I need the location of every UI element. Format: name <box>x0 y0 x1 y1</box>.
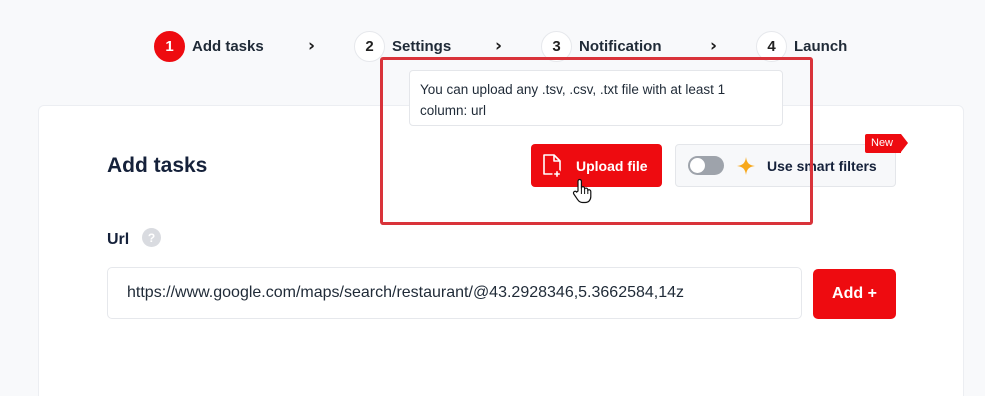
step-label: Add tasks <box>192 37 264 55</box>
url-input[interactable] <box>107 267 802 319</box>
step-settings[interactable]: 2 Settings <box>354 30 451 62</box>
step-number: 1 <box>154 30 185 62</box>
upload-file-button[interactable]: Upload file <box>531 144 662 187</box>
step-label: Notification <box>579 37 662 55</box>
page-title: Add tasks <box>107 154 208 177</box>
file-add-icon <box>543 153 562 179</box>
help-icon[interactable]: ? <box>142 228 161 247</box>
chevron-right-icon: › <box>495 36 503 56</box>
step-launch[interactable]: 4 Launch <box>756 30 847 62</box>
step-number: 2 <box>354 30 385 62</box>
chevron-right-icon: › <box>308 36 316 56</box>
step-notification[interactable]: 3 Notification <box>541 30 662 62</box>
upload-tooltip: You can upload any .tsv, .csv, .txt file… <box>409 70 783 126</box>
sparkle-icon <box>737 156 755 175</box>
url-label: Url <box>107 231 130 248</box>
upload-file-label: Upload file <box>576 157 648 174</box>
step-number: 4 <box>756 30 787 62</box>
step-label: Launch <box>794 37 848 55</box>
step-number: 3 <box>541 30 572 62</box>
stepper: 1 Add tasks › 2 Settings › 3 Notificatio… <box>0 30 985 64</box>
step-add-tasks[interactable]: 1 Add tasks <box>154 30 264 62</box>
smart-filters-toggle[interactable] <box>688 156 724 175</box>
add-tasks-card: Add tasks Upload file Use smart filters … <box>38 105 964 396</box>
smart-filters-button[interactable]: Use smart filters <box>675 144 896 187</box>
step-label: Settings <box>392 37 452 55</box>
chevron-right-icon: › <box>710 36 718 56</box>
smart-filters-label: Use smart filters <box>767 157 877 174</box>
add-button[interactable]: Add + <box>813 269 896 319</box>
new-badge: New <box>865 134 909 153</box>
hand-pointer-icon <box>572 178 592 204</box>
